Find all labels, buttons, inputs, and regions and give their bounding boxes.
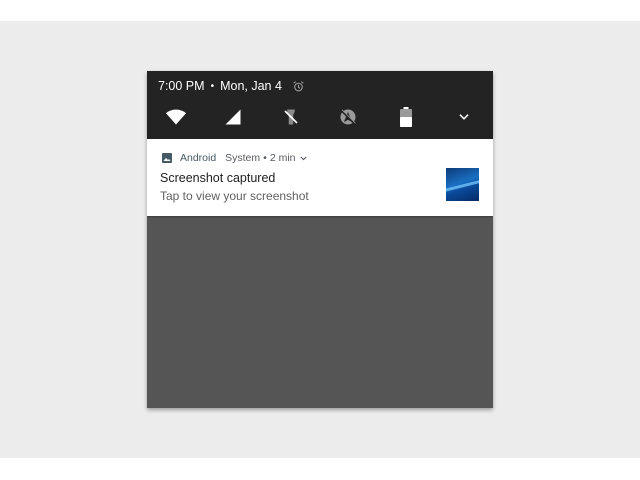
notification-title: Screenshot captured bbox=[160, 171, 276, 185]
image-icon bbox=[161, 152, 173, 164]
wifi-icon[interactable] bbox=[164, 105, 188, 129]
notification-shade-header: 7:00 PM • Mon, Jan 4 bbox=[147, 71, 493, 139]
cellular-signal-icon[interactable] bbox=[221, 105, 245, 129]
header-separator: • bbox=[263, 152, 267, 164]
date-label[interactable]: Mon, Jan 4 bbox=[220, 79, 282, 93]
location-off-icon[interactable] bbox=[336, 105, 360, 129]
chevron-down-icon[interactable] bbox=[299, 154, 308, 163]
quick-settings-row bbox=[147, 105, 493, 129]
time-date-row: 7:00 PM • Mon, Jan 4 bbox=[158, 78, 305, 94]
screenshot-thumbnail[interactable] bbox=[446, 168, 479, 201]
notification-time: 2 min bbox=[269, 152, 296, 164]
flashlight-off-icon[interactable] bbox=[279, 105, 303, 129]
expand-chevron-icon[interactable] bbox=[452, 105, 476, 129]
alarm-icon bbox=[292, 80, 305, 93]
clock-time[interactable]: 7:00 PM bbox=[158, 79, 205, 93]
screenshot-notification[interactable]: Android System • 2 min Screenshot captur… bbox=[147, 139, 493, 216]
notification-header: Android System • 2 min bbox=[161, 151, 308, 165]
app-name: Android bbox=[180, 152, 217, 164]
phone-screen: 7:00 PM • Mon, Jan 4 Android System • 2 … bbox=[147, 71, 493, 408]
notification-text: Tap to view your screenshot bbox=[160, 189, 309, 203]
notification-source: System bbox=[225, 152, 261, 164]
battery-icon[interactable] bbox=[394, 105, 418, 129]
time-date-separator: • bbox=[210, 80, 215, 92]
